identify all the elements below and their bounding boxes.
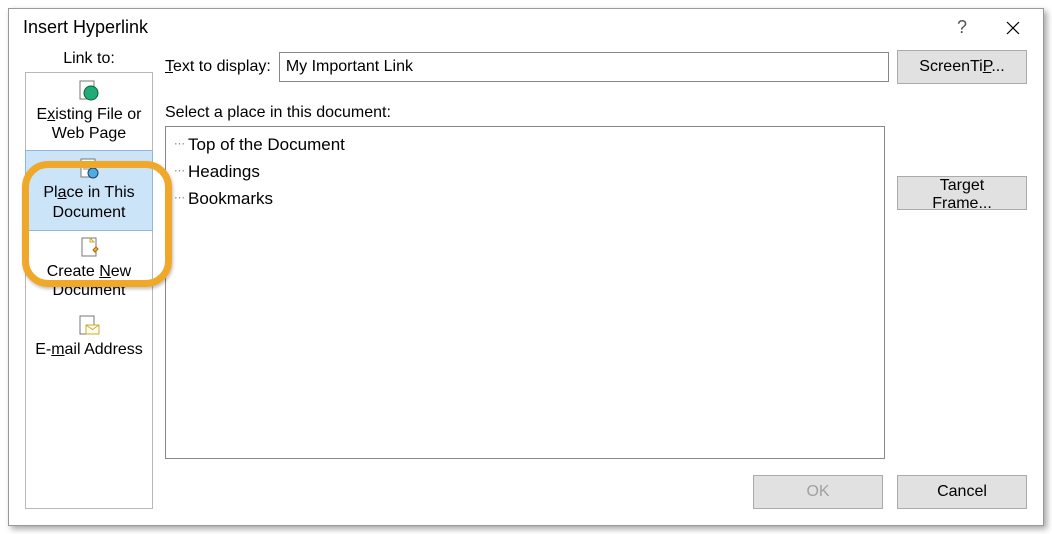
sidebar-item-email-address[interactable]: E-mail Address (26, 308, 152, 367)
select-place-label: Select a place in this document: (165, 104, 1027, 122)
dialog-body: Link to: Existing File or Web Page Place… (9, 46, 1043, 525)
tree-item-top[interactable]: ⋯Top of the Document (174, 131, 876, 158)
titlebar-controls: ? (951, 15, 1031, 40)
new-document-icon (76, 236, 102, 260)
document-place-icon (76, 157, 102, 181)
tree-guide-icon: ⋯ (174, 190, 184, 208)
document-places-tree[interactable]: ⋯Top of the Document ⋯Headings ⋯Bookmark… (165, 126, 885, 459)
ok-button[interactable]: OK (753, 475, 883, 509)
tree-guide-icon: ⋯ (174, 163, 184, 181)
tree-row: ⋯Top of the Document ⋯Headings ⋯Bookmark… (165, 126, 1027, 459)
sidebar-item-existing-file[interactable]: Existing File or Web Page (26, 73, 152, 151)
sidebar-item-label: Existing File or Web Page (37, 105, 142, 143)
titlebar: Insert Hyperlink ? (9, 9, 1043, 46)
email-icon (76, 314, 102, 338)
text-to-display-input[interactable] (279, 52, 889, 82)
text-to-display-row: Text to display: ScreenTiP... (165, 50, 1027, 84)
link-to-sidebar: Link to: Existing File or Web Page Place… (25, 50, 153, 509)
upper-section: Link to: Existing File or Web Page Place… (25, 50, 1027, 509)
sidebar-item-create-new[interactable]: Create New Document (26, 230, 152, 308)
close-icon[interactable] (995, 16, 1031, 40)
file-web-icon (76, 79, 102, 103)
sidebar-item-label: Place in This Document (43, 183, 134, 221)
spacer (897, 126, 1027, 166)
cancel-button[interactable]: Cancel (897, 475, 1027, 509)
insert-hyperlink-dialog: Insert Hyperlink ? Link to: Existing Fil… (8, 8, 1044, 526)
sidebar-items: Existing File or Web Page Place in This … (25, 72, 153, 509)
sidebar-item-label: E-mail Address (35, 340, 143, 359)
dialog-title: Insert Hyperlink (23, 17, 148, 38)
target-frame-button[interactable]: Target Frame... (897, 176, 1027, 210)
dialog-footer: OK Cancel (165, 459, 1027, 509)
screentip-button[interactable]: ScreenTiP... (897, 50, 1027, 84)
sidebar-item-label: Create New Document (47, 262, 131, 300)
text-to-display-label: Text to display: (165, 58, 271, 76)
tree-item-headings[interactable]: ⋯Headings (174, 158, 876, 185)
right-button-column: Target Frame... (897, 126, 1027, 459)
link-to-label: Link to: (63, 50, 115, 68)
main-panel: Text to display: ScreenTiP... Select a p… (165, 50, 1027, 509)
tree-guide-icon: ⋯ (174, 136, 184, 154)
help-icon[interactable]: ? (951, 15, 973, 40)
sidebar-item-place-in-document[interactable]: Place in This Document (25, 150, 153, 230)
tree-item-bookmarks[interactable]: ⋯Bookmarks (174, 185, 876, 212)
